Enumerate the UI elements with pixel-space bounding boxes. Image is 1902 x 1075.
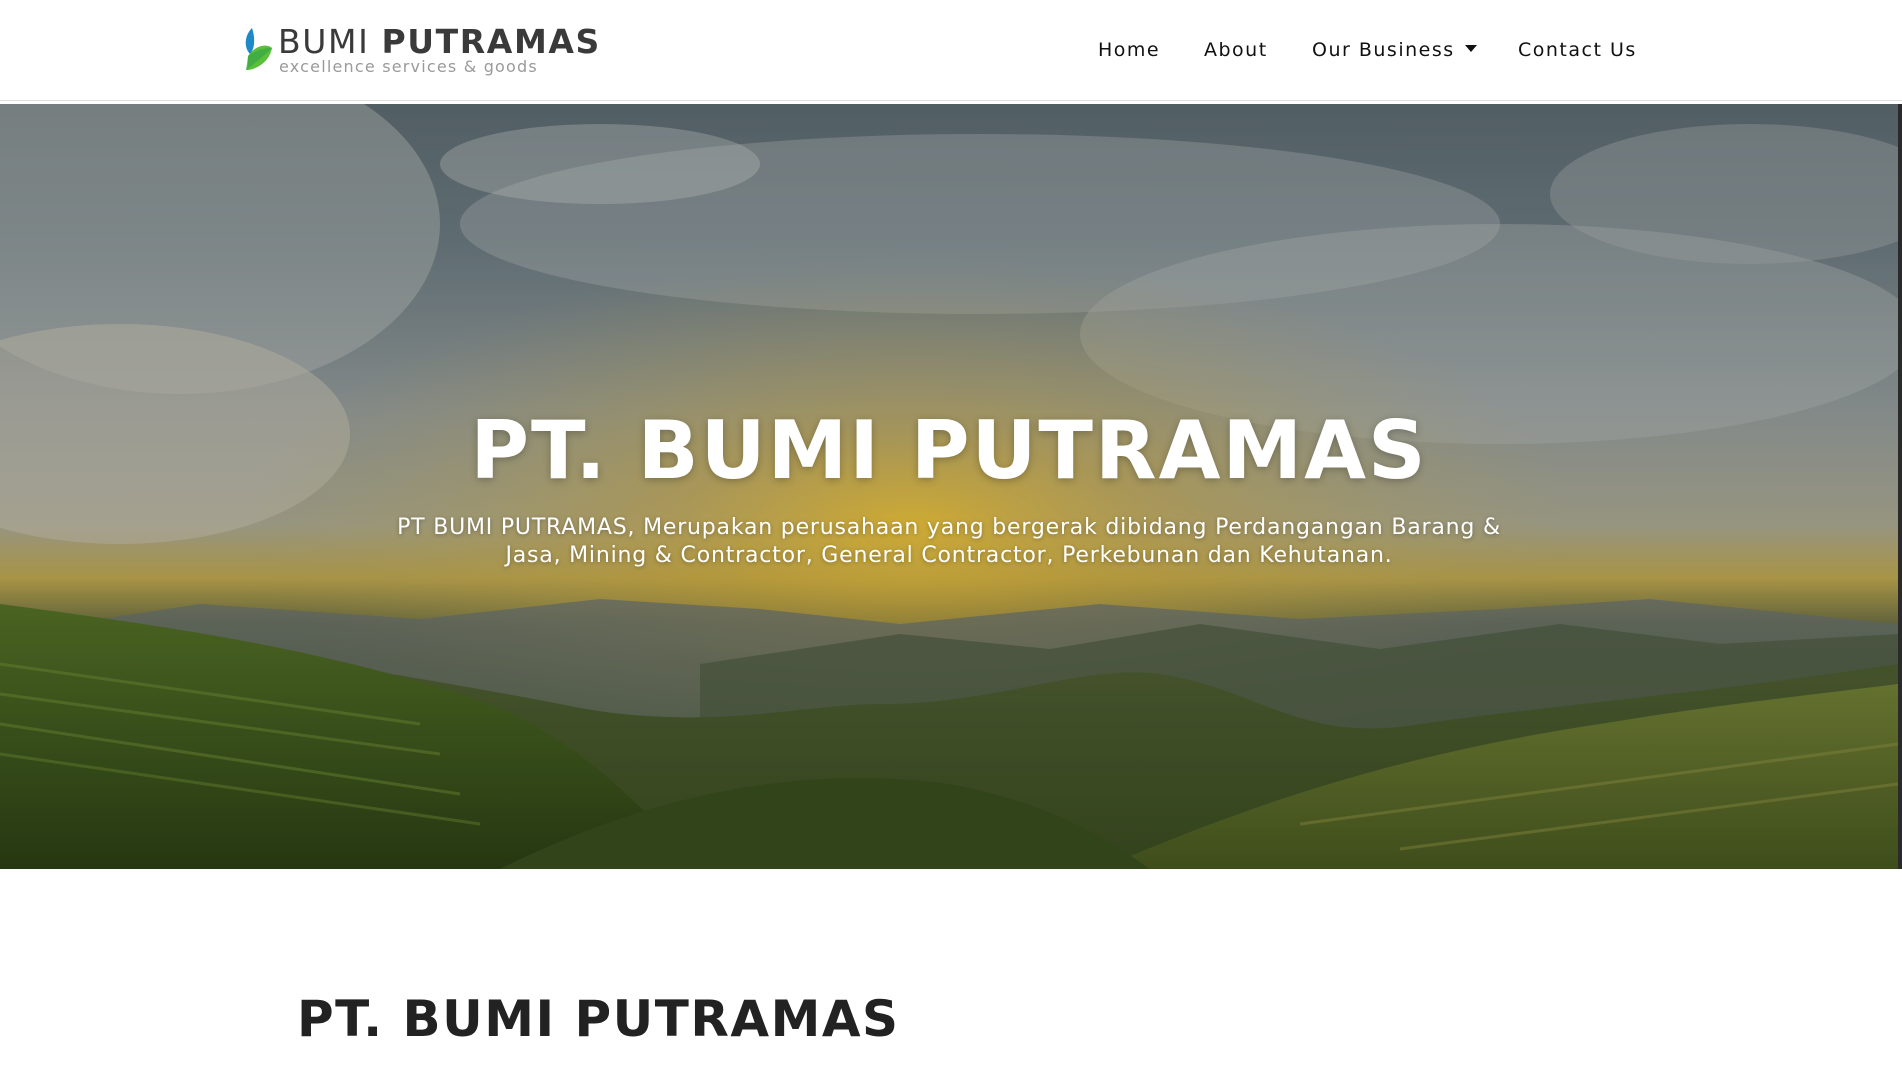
nav-item-label: Home — [1098, 39, 1161, 61]
nav-item-contact-us[interactable]: Contact Us — [1518, 36, 1637, 64]
page: BUMI PUTRAMAS excellence services & good… — [0, 0, 1902, 1075]
hero-banner: PT. BUMI PUTRAMAS PT BUMI PUTRAMAS, Meru… — [0, 104, 1898, 869]
nav-item-about[interactable]: About — [1204, 36, 1268, 64]
hero-subtitle-line-2: Jasa, Mining & Contractor, General Contr… — [505, 543, 1393, 568]
section-title: PT. BUMI PUTRAMAS — [297, 990, 900, 1048]
nav-item-our-business[interactable]: Our Business — [1312, 36, 1477, 64]
nav-item-label: About — [1204, 39, 1268, 61]
main-nav: Home About Our Business Contact Us — [0, 36, 1902, 66]
chevron-down-icon[interactable] — [1464, 45, 1477, 52]
hero-subtitle-line-1: PT BUMI PUTRAMAS, Merupakan perusahaan y… — [397, 515, 1501, 540]
nav-item-home[interactable]: Home — [1098, 36, 1160, 64]
site-header: BUMI PUTRAMAS excellence services & good… — [0, 0, 1902, 101]
hero-title: PT. BUMI PUTRAMAS — [470, 404, 1428, 497]
scrollbar[interactable] — [1898, 104, 1902, 869]
nav-item-label: Our Business — [1312, 39, 1455, 61]
nav-item-label: Contact Us — [1518, 39, 1637, 61]
hero-subtitle: PT BUMI PUTRAMAS, Merupakan perusahaan y… — [390, 514, 1508, 570]
